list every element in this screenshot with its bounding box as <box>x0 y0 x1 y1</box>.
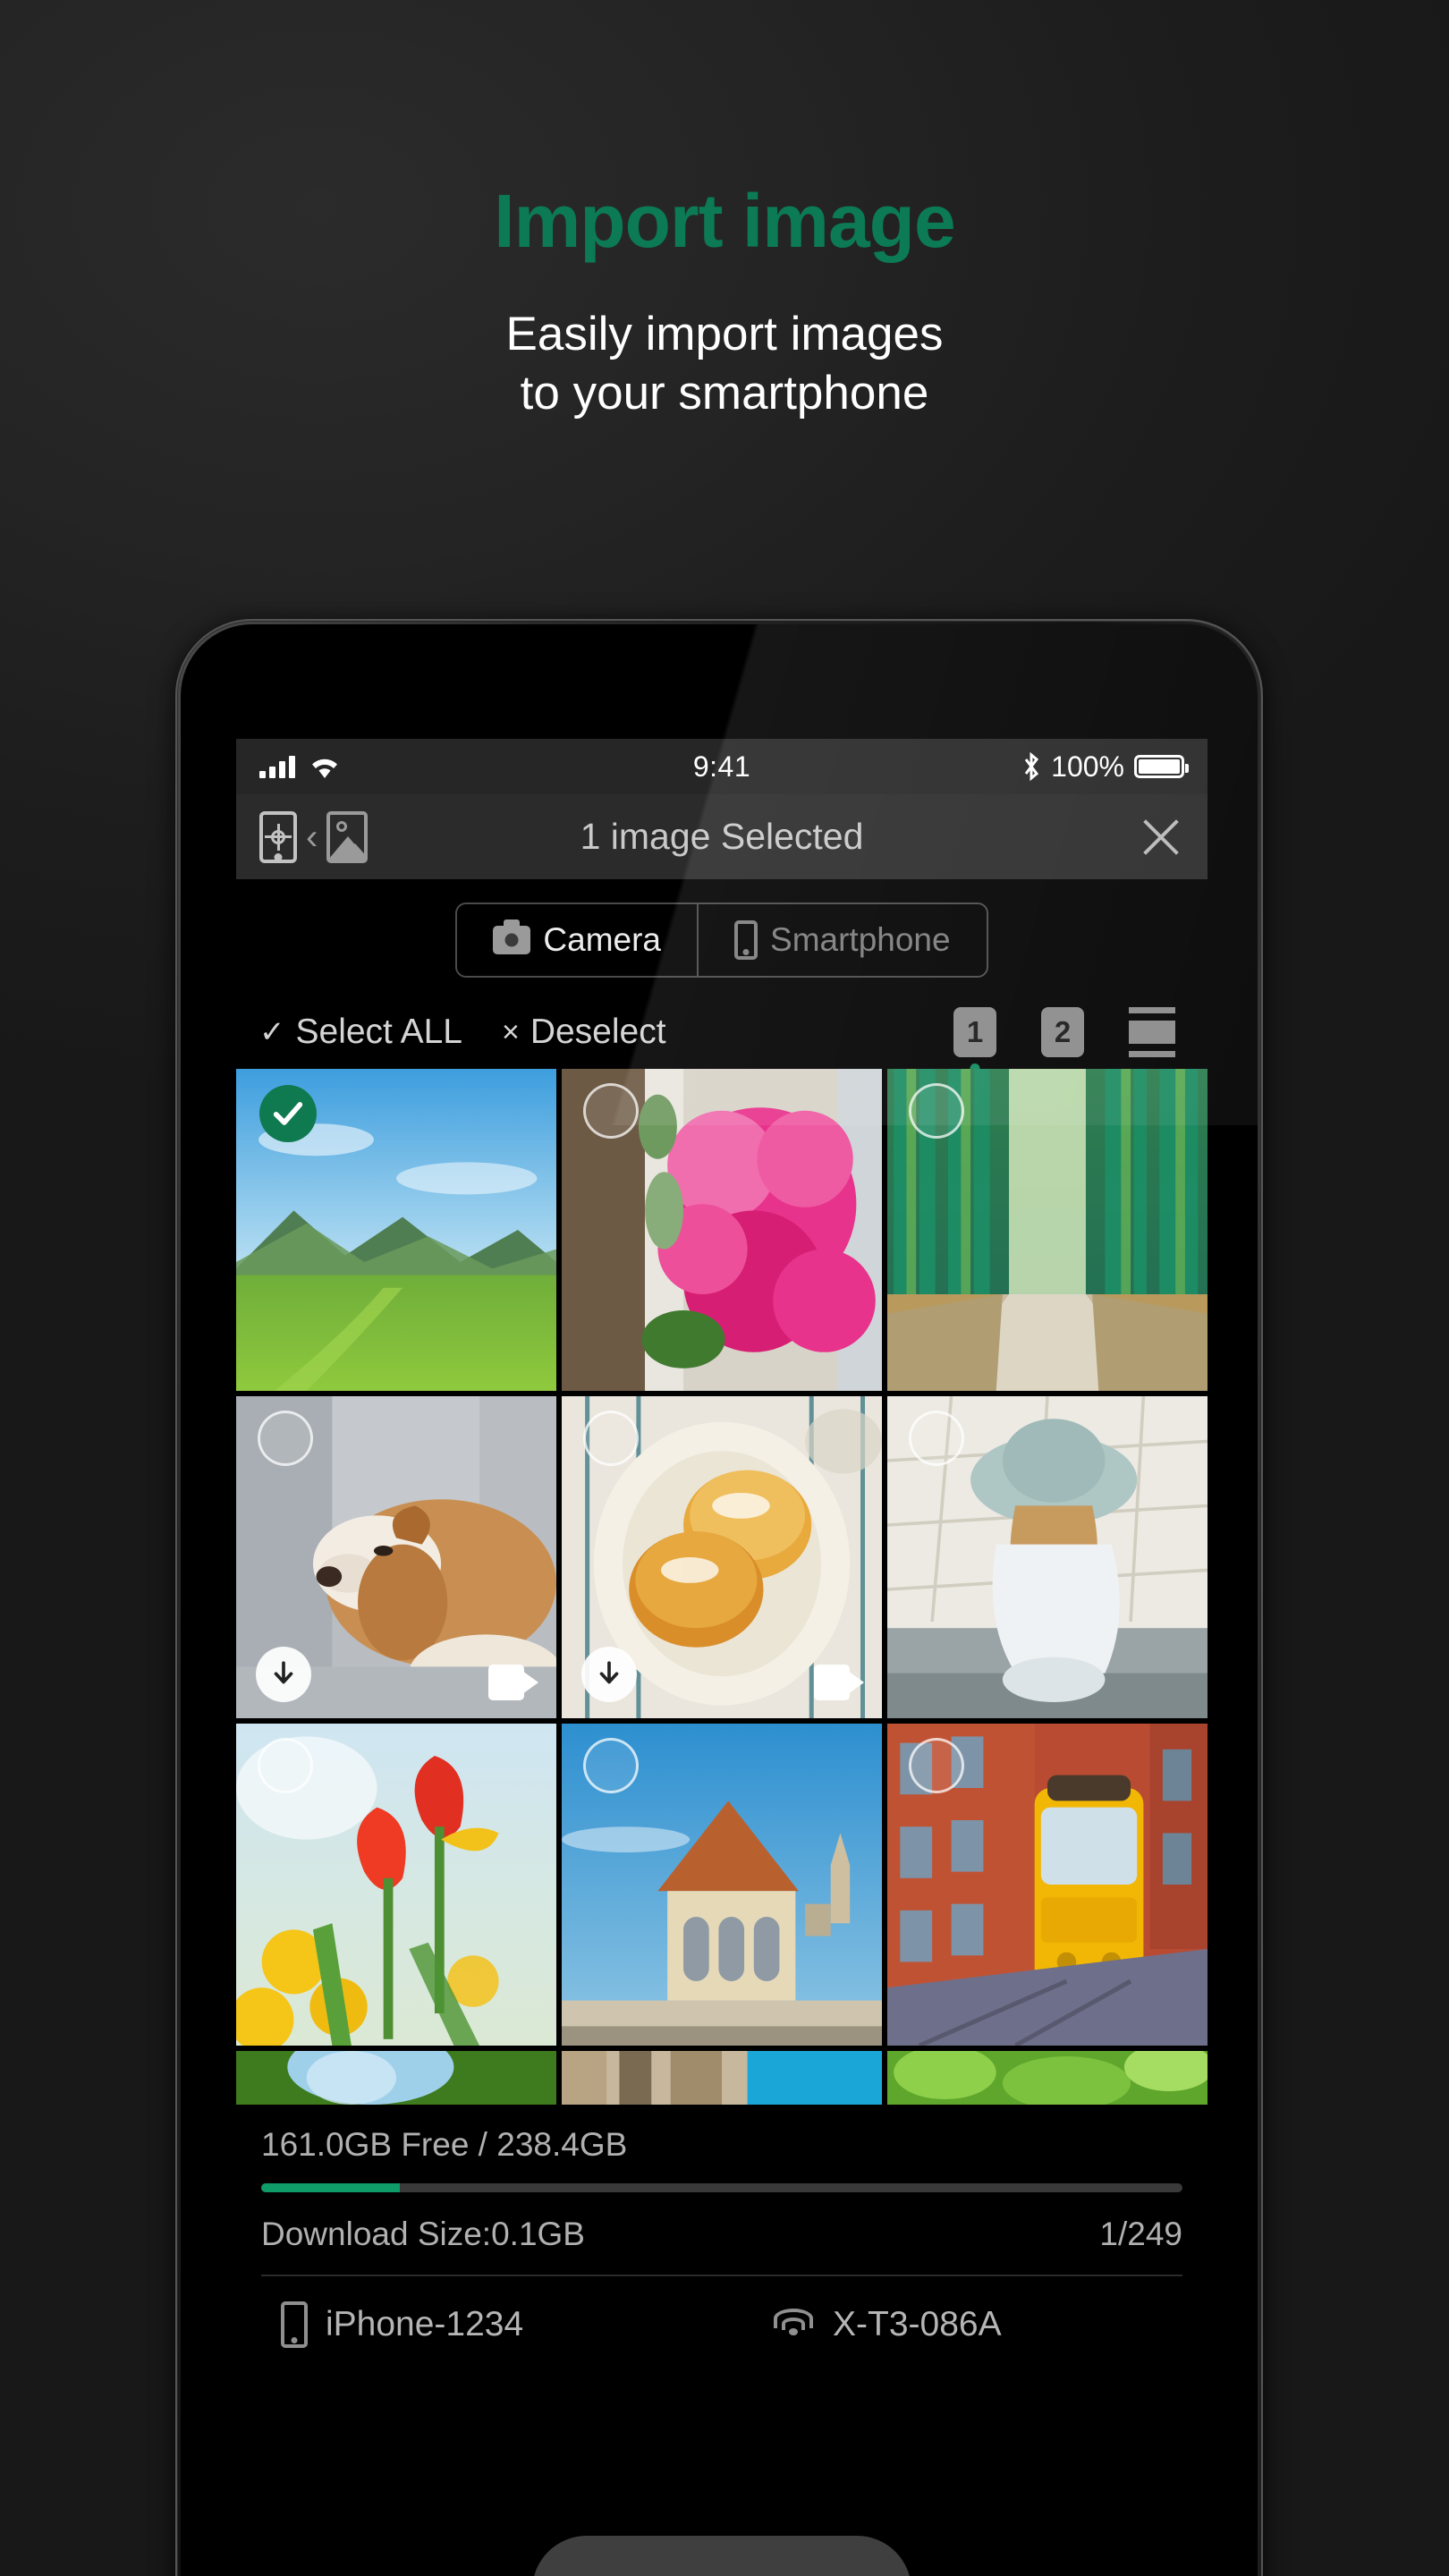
close-x-icon[interactable] <box>1138 814 1184 860</box>
select-circle-icon[interactable] <box>909 1083 964 1139</box>
photo-icon[interactable] <box>326 810 369 863</box>
source-tabs-wrapper: Camera Smartphone <box>236 879 1208 996</box>
wifi-icon <box>312 758 337 778</box>
device-right[interactable]: X-T3-086A <box>722 2305 1182 2344</box>
thumbnail-bamboo-forest-path[interactable] <box>887 1069 1208 1391</box>
phone-glass: 9:41 100% ‹ 1 image Selected Camera Smar… <box>181 624 1258 2576</box>
thumbnail-street-buildings-sky[interactable] <box>562 2051 882 2105</box>
page-button-1[interactable]: 1 <box>953 1007 996 1057</box>
deselect-button[interactable]: × Deselect <box>502 1013 666 1052</box>
device-target-icon[interactable] <box>259 810 297 863</box>
back-chevron-icon[interactable]: ‹ <box>306 819 318 855</box>
device-row: iPhone-1234 X-T3-086A <box>261 2276 1182 2348</box>
tab-smartphone-label: Smartphone <box>770 921 951 958</box>
download-info-row: Download Size:0.1GB 1/249 <box>261 2216 1182 2253</box>
select-circle-icon[interactable] <box>583 1738 639 1793</box>
page-button-2[interactable]: 2 <box>1041 1007 1084 1057</box>
status-bar-time: 9:41 <box>692 750 751 783</box>
select-circle-icon[interactable] <box>583 1083 639 1139</box>
thumbnail-pancakes-on-plate[interactable] <box>562 1396 882 1718</box>
promo-header: Import image Easily import images to you… <box>0 0 1449 424</box>
list-view-icon[interactable] <box>1129 1007 1175 1057</box>
device-left[interactable]: iPhone-1234 <box>261 2301 722 2348</box>
device-left-label: iPhone-1234 <box>326 2305 524 2343</box>
selection-toolbar-right: 1 2 <box>953 1007 1184 1057</box>
promo-subtitle-line2: to your smartphone <box>520 367 929 420</box>
selection-toolbar: ✓ Select ALL × Deselect 1 2 <box>236 996 1208 1069</box>
select-circle-icon[interactable] <box>583 1411 639 1466</box>
battery-percent-label: 100% <box>1051 750 1124 783</box>
tab-smartphone[interactable]: Smartphone <box>697 904 987 976</box>
device-right-label: X-T3-086A <box>833 2305 1002 2343</box>
thumbnail-green-hills-landscape[interactable] <box>236 1069 556 1391</box>
download-icon[interactable] <box>256 1647 311 1702</box>
app-header-title: 1 image Selected <box>580 816 864 857</box>
selection-count-label: 1/249 <box>1099 2216 1182 2252</box>
photo-grid: Import <box>236 1069 1208 2576</box>
select-circle-icon[interactable] <box>258 1411 313 1466</box>
thumbnail-green-foliage[interactable] <box>887 2051 1208 2105</box>
thumbnail-red-and-yellow-tulips[interactable] <box>236 1724 556 2046</box>
deselect-label: Deselect <box>530 1013 666 1051</box>
thumbnail-building-against-sky[interactable] <box>562 1724 882 2046</box>
status-bar: 9:41 100% <box>236 739 1208 794</box>
smartphone-icon <box>281 2301 308 2348</box>
signal-bars-icon <box>259 755 295 778</box>
tab-camera-label: Camera <box>543 921 662 958</box>
video-icon <box>814 1665 864 1700</box>
select-all-button[interactable]: ✓ Select ALL <box>259 1013 462 1052</box>
video-icon <box>488 1665 538 1700</box>
download-icon[interactable] <box>581 1647 637 1702</box>
promo-screenshot: Import image Easily import images to you… <box>0 0 1449 2576</box>
app-screen: 9:41 100% ‹ 1 image Selected Camera Smar… <box>236 739 1208 2576</box>
app-header-left: ‹ <box>259 810 369 863</box>
phone-mockup: 9:41 100% ‹ 1 image Selected Camera Smar… <box>175 619 1263 2576</box>
thumbnail-pink-flowers[interactable] <box>562 1069 882 1391</box>
storage-free-label: 161.0GB Free / 238.4GB <box>261 2126 628 2163</box>
storage-footer: 161.0GB Free / 238.4GB Download Size:0.1… <box>236 2105 1208 2348</box>
wifi-icon <box>772 2309 815 2341</box>
thumbnail-girl-in-sun-hat[interactable] <box>887 1396 1208 1718</box>
x-icon: × <box>501 1014 520 1049</box>
check-icon: ✓ <box>259 1015 285 1049</box>
promo-subtitle-line1: Easily import images <box>505 308 944 360</box>
thumb-art <box>887 2051 1208 2105</box>
status-bar-right: 100% <box>879 750 1189 784</box>
promo-subtitle: Easily import images to your smartphone <box>0 305 1449 424</box>
storage-progress-bar <box>261 2183 1182 2192</box>
bluetooth-icon <box>1024 751 1039 782</box>
battery-full-icon <box>1133 755 1189 778</box>
source-tabs: Camera Smartphone <box>455 902 988 978</box>
select-circle-icon[interactable] <box>909 1738 964 1793</box>
thumbnail-yellow-tram-street[interactable] <box>887 1724 1208 2046</box>
tab-camera[interactable]: Camera <box>457 904 697 976</box>
thumbnail-beagle-dog-on-couch[interactable] <box>236 1396 556 1718</box>
page-title: Import image <box>494 179 955 263</box>
app-header: ‹ 1 image Selected <box>236 794 1208 879</box>
download-size-label: Download Size:0.1GB <box>261 2216 585 2252</box>
selected-check-icon <box>259 1085 317 1142</box>
select-all-label: Select ALL <box>295 1013 462 1051</box>
smartphone-icon <box>734 920 758 960</box>
thumb-art <box>562 2051 882 2105</box>
status-bar-left <box>259 754 564 779</box>
camera-icon <box>493 919 531 954</box>
select-circle-icon[interactable] <box>909 1411 964 1466</box>
thumbnail-green-blue-blur[interactable] <box>236 2051 556 2105</box>
select-circle-icon[interactable] <box>258 1738 313 1793</box>
import-button[interactable]: Import <box>532 2536 911 2576</box>
thumb-art <box>236 2051 556 2105</box>
